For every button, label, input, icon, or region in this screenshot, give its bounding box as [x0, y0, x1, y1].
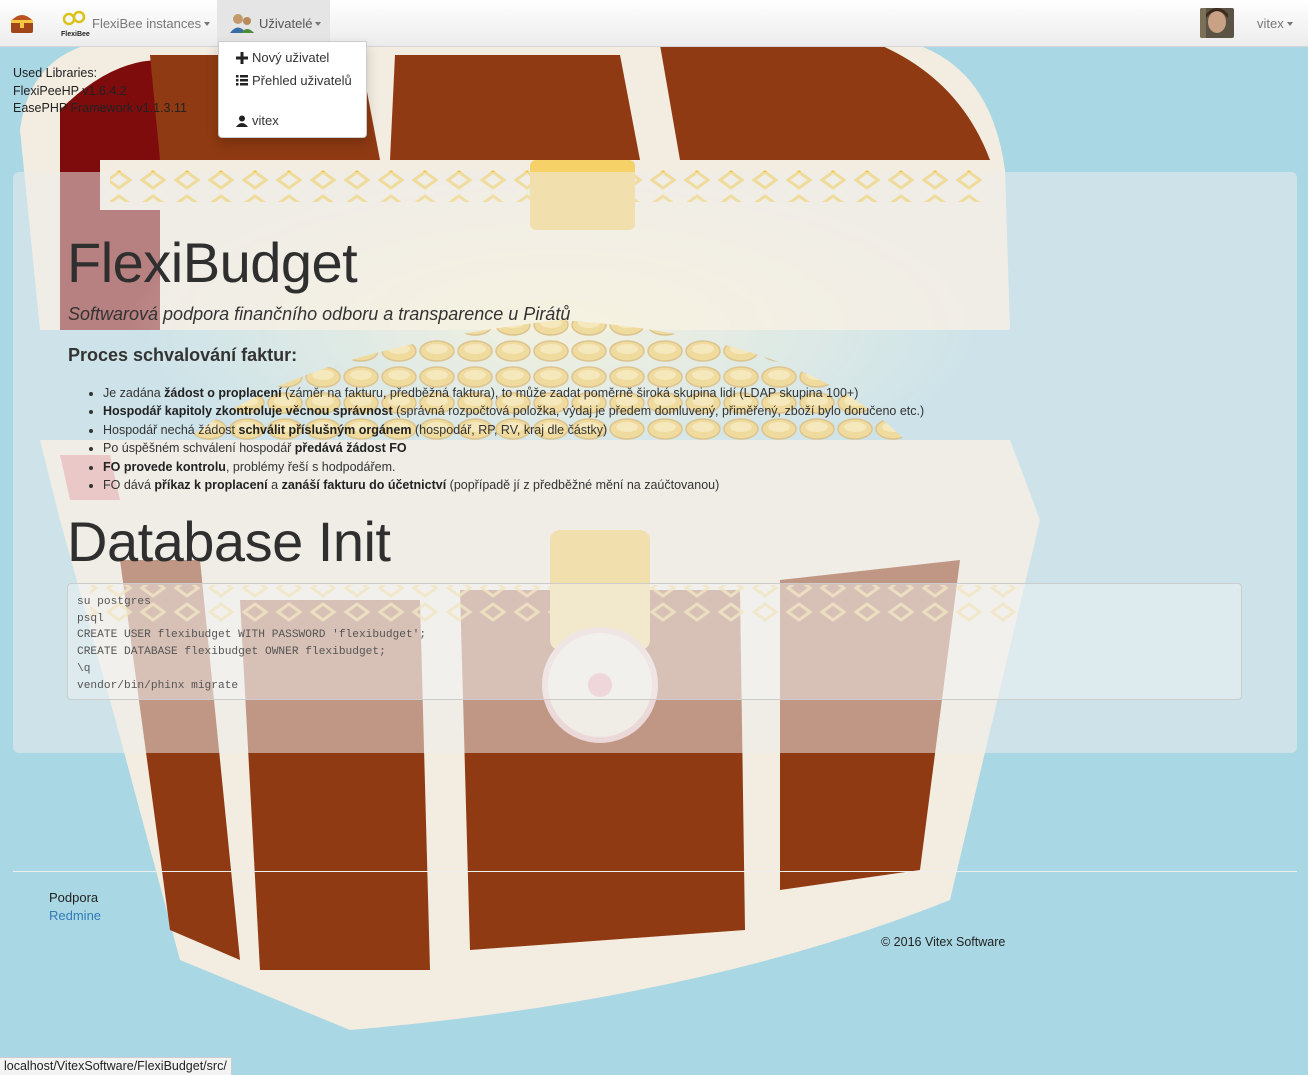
- brand-link[interactable]: [10, 0, 38, 46]
- footer-support-heading: Podpora: [49, 890, 99, 905]
- main-jumbotron: FlexiBudget Softwarová podpora finančníh…: [13, 172, 1297, 753]
- process-step-text: (správná rozpočtová položka, výdaj je př…: [392, 404, 925, 419]
- library-item: EasePHP Framework v1.1.3.11: [13, 101, 187, 115]
- list-icon: [236, 75, 248, 86]
- chevron-down-icon: [204, 22, 211, 26]
- process-step-text: (záměr na fakturu, předběžná faktura), t…: [281, 386, 859, 400]
- treasure-chest-icon: [11, 15, 33, 33]
- menu-item-user-vitex[interactable]: vitex: [236, 113, 279, 128]
- process-step-emphasis: schválit příslušným orgánem: [238, 422, 412, 437]
- process-step-emphasis: FO provede kontrolu: [103, 459, 226, 474]
- footer-divider: [13, 871, 1297, 872]
- user-photo-icon: [1200, 8, 1234, 38]
- database-init-title: Database Init: [67, 510, 391, 573]
- menu-item-label: Přehled uživatelů: [252, 73, 352, 88]
- process-step-emphasis: Hospodář kapitoly zkontroluje věcnou spr…: [103, 404, 393, 419]
- flexibee-logo-icon: [62, 10, 86, 26]
- process-step: Hospodář nechá žádost schválit příslušný…: [103, 421, 924, 439]
- process-step: FO provede kontrolu, problémy řeší s hod…: [103, 458, 924, 476]
- process-step-text: Je zadána: [103, 386, 165, 400]
- user-icon: [236, 115, 248, 127]
- process-step-emphasis: žádost o proplacení: [164, 386, 282, 400]
- process-step: Po úspěšném schválení hospodář předává ž…: [103, 439, 924, 457]
- process-step: Hospodář kapitoly zkontroluje věcnou spr…: [103, 402, 924, 420]
- menu-item-users-overview[interactable]: Přehled uživatelů: [236, 73, 352, 88]
- library-item: FlexiPeeHP v1.6.4.2: [13, 83, 127, 98]
- browser-status-bar: localhost/VitexSoftware/FlexiBudget/src/: [0, 1057, 232, 1075]
- process-step-text: FO dává: [103, 478, 155, 493]
- process-step-text: (hospodář, RP, RV, kraj dle částky): [411, 422, 608, 437]
- plus-icon: [236, 51, 248, 64]
- database-init-code: su postgres psql CREATE USER flexibudget…: [67, 583, 1242, 700]
- process-step-text: (popřípadě jí z předběžné mění na zaúčto…: [446, 478, 720, 493]
- top-navbar: FlexiBee FlexiBee instances Uživatelé vi…: [0, 0, 1308, 47]
- process-step-emphasis: zanáší fakturu do účetnictví: [281, 478, 447, 493]
- user-account-menu[interactable]: vitex: [1200, 0, 1308, 46]
- current-user-label: vitex: [1257, 15, 1284, 31]
- process-step-emphasis: příkaz k proplacení: [154, 478, 268, 493]
- page-lead: Softwarová podpora finančního odboru a t…: [68, 304, 571, 324]
- process-step: FO dává příkaz k proplacení a zanáší fak…: [103, 476, 924, 494]
- process-heading: Proces schvalování faktur:: [68, 345, 298, 365]
- users-menu[interactable]: Uživatelé: [217, 0, 330, 46]
- process-step-text: a: [267, 478, 282, 493]
- process-step-text: Po úspěšném schválení hospodář: [103, 441, 295, 456]
- chevron-down-icon: [1286, 22, 1293, 26]
- libraries-heading: Used Libraries:: [13, 66, 98, 80]
- chevron-down-icon: [315, 22, 322, 26]
- flexibee-menu-label: FlexiBee instances: [92, 15, 202, 31]
- process-step-text: , problémy řeší s hodpodářem.: [225, 459, 396, 474]
- process-step-text: Hospodář nechá žádost: [103, 422, 239, 437]
- users-dropdown-menu: Nový uživatel Přehled uživatelů vitex: [218, 41, 367, 138]
- menu-item-label: vitex: [252, 113, 279, 128]
- redmine-link[interactable]: Redmine: [49, 908, 101, 923]
- copyright-text: © 2016 Vitex Software: [881, 935, 1006, 949]
- avatar: [1200, 8, 1234, 38]
- menu-item-new-user[interactable]: Nový uživatel: [236, 50, 329, 65]
- users-icon: [230, 14, 254, 33]
- used-libraries: Used Libraries: FlexiPeeHP v1.6.4.2 Ease…: [13, 65, 187, 118]
- menu-item-label: Nový uživatel: [252, 50, 330, 65]
- page-title: FlexiBudget: [67, 231, 358, 294]
- users-menu-label: Uživatelé: [259, 15, 313, 31]
- flexibee-instances-menu[interactable]: FlexiBee FlexiBee instances: [60, 0, 211, 46]
- process-steps-list: Je zadána žádost o proplacení (záměr na …: [84, 384, 924, 494]
- process-step-emphasis: předává žádost FO: [294, 441, 407, 456]
- flexibee-logo-text: FlexiBee: [61, 31, 90, 38]
- process-step: Je zadána žádost o proplacení (záměr na …: [103, 384, 924, 402]
- flexibee-logo: FlexiBee: [60, 4, 90, 42]
